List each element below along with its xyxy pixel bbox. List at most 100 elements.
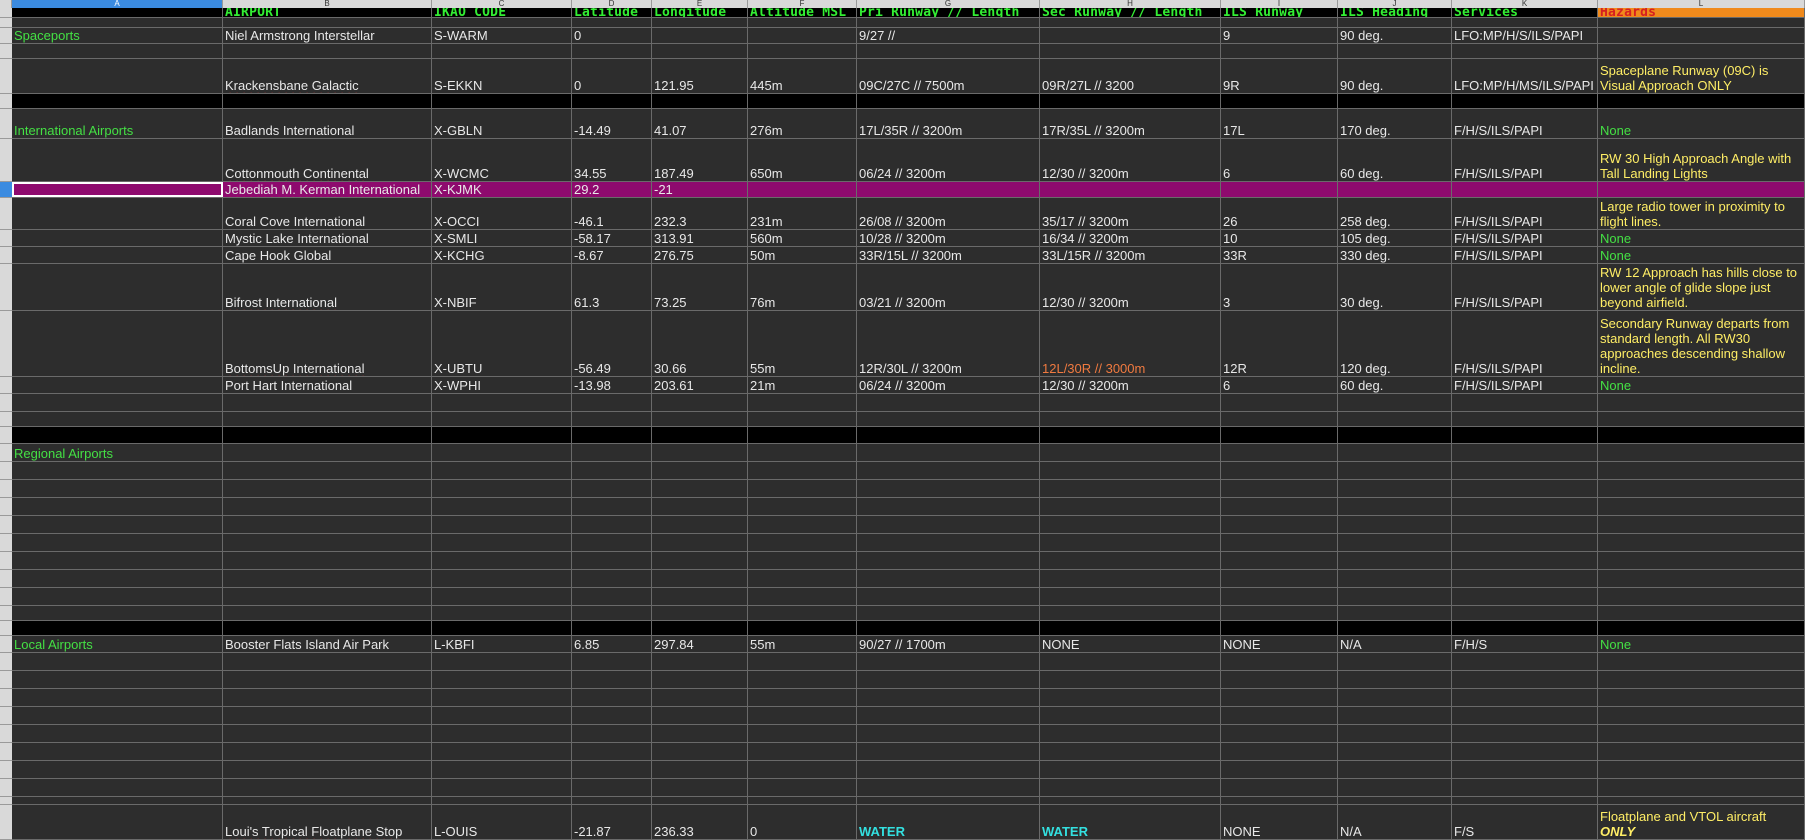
cell[interactable] bbox=[572, 534, 652, 551]
cell[interactable]: 17L/35R // 3200m bbox=[857, 109, 1040, 138]
cell[interactable] bbox=[857, 480, 1040, 497]
cell[interactable] bbox=[1452, 182, 1598, 197]
cell[interactable] bbox=[223, 725, 432, 742]
cell[interactable]: None bbox=[1598, 636, 1805, 652]
cell[interactable]: WATER bbox=[1040, 805, 1221, 839]
cell[interactable] bbox=[652, 570, 748, 587]
cell[interactable]: NONE bbox=[1221, 636, 1338, 652]
cell[interactable] bbox=[432, 462, 572, 479]
cell[interactable] bbox=[1452, 534, 1598, 551]
cell[interactable] bbox=[1598, 28, 1805, 43]
cell[interactable] bbox=[1598, 18, 1805, 27]
cell[interactable] bbox=[652, 725, 748, 742]
cell[interactable] bbox=[1338, 743, 1452, 760]
cell[interactable] bbox=[12, 247, 223, 263]
cell[interactable] bbox=[748, 621, 857, 635]
cell[interactable] bbox=[223, 606, 432, 620]
cell[interactable] bbox=[1452, 552, 1598, 569]
cell[interactable]: X-WPHI bbox=[432, 377, 572, 393]
cell[interactable] bbox=[1040, 743, 1221, 760]
cell[interactable] bbox=[748, 689, 857, 706]
cell[interactable] bbox=[1452, 412, 1598, 426]
cell[interactable] bbox=[1452, 797, 1598, 804]
cell[interactable] bbox=[12, 427, 223, 443]
cell[interactable] bbox=[1221, 94, 1338, 108]
cell[interactable] bbox=[12, 311, 223, 376]
cell[interactable] bbox=[748, 394, 857, 411]
row-number[interactable] bbox=[0, 8, 12, 18]
cell[interactable] bbox=[1040, 570, 1221, 587]
cell[interactable] bbox=[652, 606, 748, 620]
cell[interactable]: 26 bbox=[1221, 198, 1338, 229]
row-number[interactable] bbox=[0, 311, 12, 377]
cell[interactable] bbox=[1040, 779, 1221, 796]
cell[interactable] bbox=[1221, 412, 1338, 426]
cell[interactable] bbox=[748, 761, 857, 778]
cell[interactable] bbox=[1221, 671, 1338, 688]
cell[interactable] bbox=[572, 480, 652, 497]
cell[interactable] bbox=[748, 412, 857, 426]
cell[interactable]: AIRPORT bbox=[223, 8, 432, 17]
cell[interactable]: 34.55 bbox=[572, 139, 652, 181]
cell[interactable] bbox=[652, 653, 748, 670]
cell[interactable] bbox=[1452, 653, 1598, 670]
column-header-g[interactable]: G bbox=[857, 0, 1040, 8]
cell[interactable] bbox=[748, 725, 857, 742]
cell[interactable]: X-NBIF bbox=[432, 264, 572, 310]
cell[interactable] bbox=[572, 498, 652, 515]
cell[interactable] bbox=[652, 588, 748, 605]
cell[interactable] bbox=[748, 552, 857, 569]
cell[interactable] bbox=[748, 44, 857, 58]
cell[interactable]: 16/34 // 3200m bbox=[1040, 230, 1221, 246]
cell[interactable]: ILS Heading bbox=[1338, 8, 1452, 17]
row-number[interactable] bbox=[0, 444, 12, 462]
cell[interactable] bbox=[1040, 552, 1221, 569]
cell[interactable] bbox=[857, 552, 1040, 569]
cell[interactable] bbox=[1598, 725, 1805, 742]
cell[interactable] bbox=[857, 570, 1040, 587]
cell[interactable] bbox=[223, 462, 432, 479]
cell[interactable] bbox=[1452, 462, 1598, 479]
cell[interactable] bbox=[1040, 534, 1221, 551]
cell[interactable] bbox=[12, 8, 223, 17]
cell[interactable] bbox=[1040, 444, 1221, 461]
cell[interactable]: 41.07 bbox=[652, 109, 748, 138]
cell[interactable]: Badlands International bbox=[223, 109, 432, 138]
cell[interactable]: F/S bbox=[1452, 805, 1598, 839]
cell[interactable] bbox=[1338, 779, 1452, 796]
cell[interactable] bbox=[748, 516, 857, 533]
column-header-c[interactable]: C bbox=[432, 0, 572, 8]
cell[interactable] bbox=[1338, 480, 1452, 497]
cell[interactable] bbox=[572, 18, 652, 27]
cell[interactable]: Altitude MSL bbox=[748, 8, 857, 17]
cell[interactable]: 12/30 // 3200m bbox=[1040, 264, 1221, 310]
cell[interactable] bbox=[1338, 94, 1452, 108]
column-header-i[interactable]: I bbox=[1221, 0, 1338, 8]
cell[interactable] bbox=[652, 444, 748, 461]
row-number[interactable] bbox=[0, 198, 12, 230]
cell[interactable] bbox=[1338, 797, 1452, 804]
cell[interactable] bbox=[432, 498, 572, 515]
cell[interactable] bbox=[572, 606, 652, 620]
cell[interactable] bbox=[572, 761, 652, 778]
spreadsheet-grid[interactable]: A B C D E F G H I J K L AIRPORT IKAO CODE Latitude Long… bbox=[0, 0, 1805, 840]
cell[interactable] bbox=[432, 18, 572, 27]
cell[interactable] bbox=[1452, 18, 1598, 27]
cell[interactable] bbox=[857, 412, 1040, 426]
cell[interactable] bbox=[652, 480, 748, 497]
cell[interactable] bbox=[12, 182, 223, 197]
cell[interactable] bbox=[1598, 570, 1805, 587]
cell[interactable] bbox=[432, 552, 572, 569]
cell[interactable] bbox=[12, 552, 223, 569]
cell[interactable] bbox=[1338, 444, 1452, 461]
cell[interactable] bbox=[857, 725, 1040, 742]
cell[interactable] bbox=[1338, 394, 1452, 411]
cell[interactable] bbox=[1040, 182, 1221, 197]
cell[interactable] bbox=[1221, 570, 1338, 587]
cell[interactable]: 9/27 // bbox=[857, 28, 1040, 43]
cell[interactable] bbox=[857, 707, 1040, 724]
cell[interactable] bbox=[12, 412, 223, 426]
cell[interactable]: 0 bbox=[748, 805, 857, 839]
cell[interactable] bbox=[1221, 725, 1338, 742]
cell[interactable] bbox=[223, 18, 432, 27]
